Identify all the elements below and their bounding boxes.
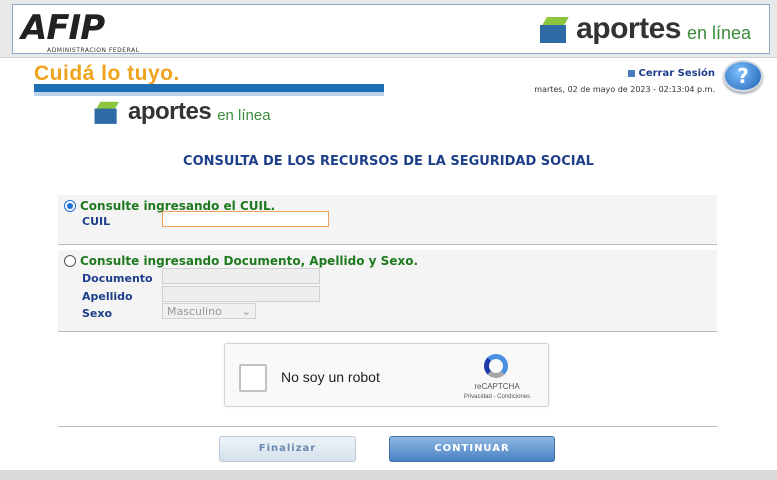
recaptcha-label: No soy un robot	[281, 369, 380, 385]
sexo-label: Sexo	[82, 307, 113, 320]
slogan-banner: Cuidá lo tuyo. aportes en línea	[34, 62, 384, 128]
document-option-label: Consulte ingresando Documento, Apellido …	[80, 254, 418, 268]
document-option-section: Consulte ingresando Documento, Apellido …	[58, 250, 717, 332]
main-content: Cuidá lo tuyo. aportes en línea Cerrar S…	[0, 58, 777, 480]
apellido-label: Apellido	[82, 290, 133, 303]
cuil-option-section: Consulte ingresando el CUIL. CUIL	[58, 195, 717, 245]
chevron-down-icon: ⌄	[241, 304, 251, 318]
logout-link[interactable]: Cerrar Sesión	[534, 68, 715, 79]
continuar-button[interactable]: CONTINUAR	[389, 436, 555, 462]
cuil-radio[interactable]	[64, 200, 76, 212]
logout-label: Cerrar Sesión	[638, 68, 716, 79]
afip-subtitle: ADMINISTRACION FEDERAL	[47, 47, 140, 54]
cube-icon	[540, 15, 574, 43]
header-frame: AFIP ADMINISTRACION FEDERAL aportes en l…	[12, 4, 770, 54]
afip-logo: AFIP ADMINISTRACION FEDERAL	[21, 8, 171, 54]
document-radio[interactable]	[64, 255, 76, 267]
afip-logo-text: AFIP	[21, 8, 105, 48]
session-datetime: martes, 02 de mayo de 2023 - 02:13:04 p.…	[534, 85, 715, 94]
session-panel: Cerrar Sesión martes, 02 de mayo de 2023…	[534, 68, 715, 94]
recaptcha-checkbox[interactable]	[239, 364, 267, 392]
sexo-selected-value: Masculino	[167, 304, 222, 318]
cuil-label: CUIL	[82, 215, 111, 228]
documento-input[interactable]	[162, 268, 320, 284]
page-title: CONSULTA DE LOS RECURSOS DE LA SEGURIDAD…	[183, 154, 594, 169]
square-bullet-icon	[627, 70, 635, 77]
cube-icon	[94, 100, 124, 124]
cuil-input[interactable]	[162, 211, 329, 227]
recaptcha-logo: reCAPTCHA Privacidad - Condiciones	[462, 352, 532, 400]
aportes-logo-banner: aportes en línea	[92, 96, 271, 128]
aportes-suffix: en línea	[686, 22, 751, 43]
sexo-select[interactable]: Masculino ⌄	[162, 303, 256, 319]
aportes-logo-header: aportes en línea	[540, 9, 751, 49]
apellido-input[interactable]	[162, 286, 320, 302]
top-header: AFIP ADMINISTRACION FEDERAL aportes en l…	[0, 0, 777, 58]
recaptcha-brand: reCAPTCHA	[474, 382, 520, 391]
divider	[58, 426, 717, 427]
documento-label: Documento	[82, 272, 153, 285]
recaptcha-icon	[482, 352, 512, 378]
finalizar-button[interactable]: Finalizar	[219, 436, 356, 462]
aportes-word: aportes	[576, 12, 681, 45]
recaptcha-links[interactable]: Privacidad - Condiciones	[462, 394, 532, 400]
aportes-word: aportes	[128, 98, 212, 125]
footer-bar	[0, 470, 777, 480]
document-option: Consulte ingresando Documento, Apellido …	[64, 254, 418, 268]
aportes-suffix: en línea	[217, 106, 271, 124]
banner-bar	[34, 84, 384, 92]
help-icon[interactable]: ?	[723, 60, 763, 92]
recaptcha-widget: No soy un robot reCAPTCHA Privacidad - C…	[224, 343, 549, 407]
slogan-text: Cuidá lo tuyo.	[34, 62, 180, 85]
